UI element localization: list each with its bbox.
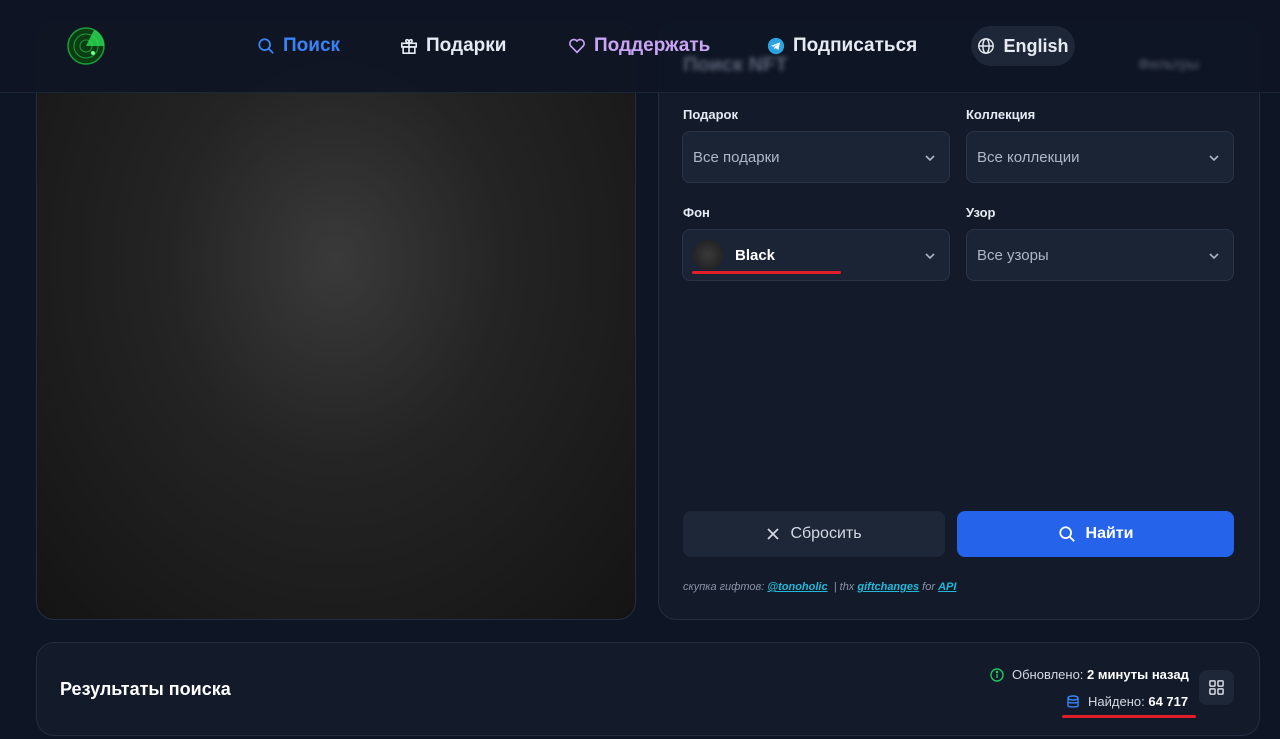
panel-title: Поиск NFT [683,54,788,76]
nav-subscribe[interactable]: Подписаться [767,32,917,60]
grid-view-button[interactable] [1199,670,1234,705]
background-label: Фон [683,205,710,220]
language-switch[interactable]: English [971,26,1075,66]
info-icon [990,667,1004,682]
pattern-select-value: Все узоры [977,246,1049,264]
pattern-select[interactable]: Все узоры [966,229,1234,281]
results-title: Результаты поиска [60,679,231,699]
filters-toggle[interactable]: Фильтры [1138,56,1199,73]
search-icon [1058,526,1075,542]
credits-api-link[interactable]: API [938,581,956,593]
collection-label: Коллекция [966,107,1036,122]
database-icon [1067,694,1079,708]
top-nav: Поиск Подарки Поддержать Подписаться Eng… [0,0,1280,93]
found-value: 64 717 [1148,694,1189,709]
nav-search[interactable]: Поиск [257,32,340,60]
telegram-icon [767,37,785,55]
found-status: Найдено: 64 717 [1066,694,1188,709]
search-icon [258,38,274,54]
globe-icon [978,38,995,54]
nav-gifts[interactable]: Подарки [400,32,506,60]
gift-select-value: Все подарки [693,148,780,166]
find-button[interactable]: Найти [957,511,1234,557]
find-label: Найти [1085,525,1134,542]
credits-line: скупка гифтов: @tonoholic | thx giftchan… [683,581,956,593]
collection-select-value: Все коллекции [977,148,1080,166]
credits-partner-link[interactable]: giftchanges [857,581,919,593]
grid-icon [1209,680,1224,695]
chevron-down-icon [1209,253,1219,260]
highlight-underline-found [1062,715,1196,718]
credits-middle: | thx [833,581,855,593]
background-swatch [693,240,723,270]
credits-for: for [922,581,936,593]
chevron-down-icon [1209,155,1219,162]
found-label: Найдено: [1088,694,1145,709]
heart-icon [569,38,585,54]
radar-logo[interactable] [66,26,106,66]
credits-prefix: скупка гифтов: [683,581,765,593]
reset-button[interactable]: Сбросить [683,511,945,557]
gift-select[interactable]: Все подарки [682,131,950,183]
background-select-value: Black [735,246,776,264]
chevron-down-icon [925,253,935,260]
chevron-down-icon [925,155,935,162]
close-icon [767,528,780,540]
updated-status: Обновлено: 2 минуты назад [990,667,1189,682]
language-label: English [1003,35,1069,56]
reset-label: Сбросить [790,525,862,542]
nav-gifts-label: Подарки [426,35,507,56]
pattern-label: Узор [966,205,996,220]
highlight-underline-background [692,271,841,274]
gift-label: Подарок [683,107,738,122]
gift-icon [400,38,418,55]
nav-subscribe-label: Подписаться [793,35,918,56]
nav-search-label: Поиск [283,35,341,56]
updated-value: 2 минуты назад [1087,667,1189,682]
credits-handle-link[interactable]: @tonoholic [767,581,827,593]
updated-label: Обновлено: [1012,667,1084,682]
nft-preview [36,22,636,620]
collection-select[interactable]: Все коллекции [966,131,1234,183]
